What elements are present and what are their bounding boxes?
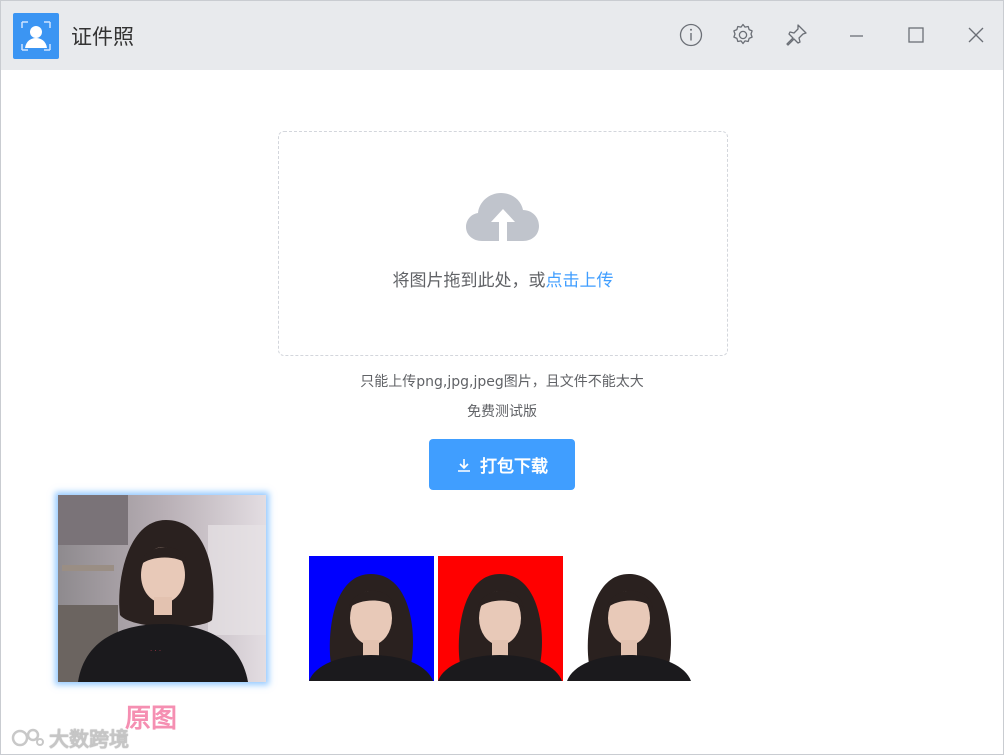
gear-icon bbox=[733, 23, 753, 45]
result-photo-red[interactable] bbox=[438, 556, 563, 681]
pin-button[interactable] bbox=[782, 21, 810, 49]
id-photo-logo-icon bbox=[13, 13, 59, 59]
title-bar[interactable]: 证件照 bbox=[1, 1, 1003, 70]
file-type-hint: 只能上传png,jpg,jpeg图片，且文件不能太大 bbox=[360, 374, 644, 390]
cloud-upload-icon bbox=[465, 185, 541, 247]
app-title: 证件照 bbox=[71, 25, 134, 49]
click-upload-link[interactable]: 点击上传 bbox=[546, 271, 614, 291]
app-window: 证件照 将图片拖到此处，或点击上传 只能上传png,jpg,jpeg图片，且文件… bbox=[0, 0, 1004, 755]
minimize-button[interactable] bbox=[842, 21, 870, 49]
maximize-icon bbox=[908, 27, 924, 43]
info-icon bbox=[679, 23, 703, 47]
download-button-label: 打包下载 bbox=[480, 457, 548, 477]
watermark: 大数跨境 bbox=[11, 723, 129, 752]
watermark-text: 大数跨境 bbox=[49, 727, 129, 751]
svg-text:· · ·: · · · bbox=[150, 647, 161, 655]
upload-text-prefix: 将图片拖到此处，或 bbox=[392, 271, 546, 291]
close-button[interactable] bbox=[962, 21, 990, 49]
upload-dropzone[interactable]: 将图片拖到此处，或点击上传 bbox=[278, 131, 728, 356]
result-photo-blue[interactable] bbox=[309, 556, 434, 681]
download-all-button[interactable]: 打包下载 bbox=[429, 439, 575, 490]
result-photo-white[interactable] bbox=[567, 556, 692, 681]
watermark-logo-icon bbox=[11, 728, 44, 746]
download-icon bbox=[458, 458, 470, 472]
pin-icon bbox=[786, 24, 807, 46]
original-photo[interactable]: · · · bbox=[58, 495, 266, 682]
close-icon bbox=[968, 27, 984, 43]
info-button[interactable] bbox=[677, 21, 705, 49]
original-photo-label: 原图 bbox=[125, 704, 178, 734]
settings-button[interactable] bbox=[729, 21, 757, 49]
minimize-icon bbox=[850, 35, 863, 37]
version-hint: 免费测试版 bbox=[467, 404, 537, 420]
upload-instruction: 将图片拖到此处，或点击上传 bbox=[279, 266, 727, 291]
maximize-button[interactable] bbox=[902, 21, 930, 49]
